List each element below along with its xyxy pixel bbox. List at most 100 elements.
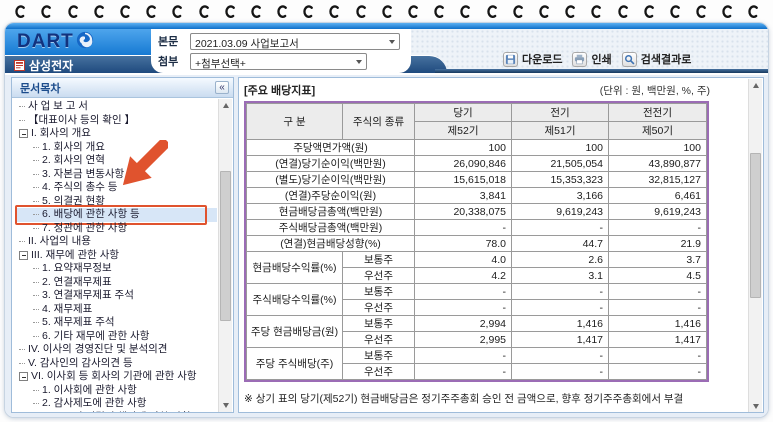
binder-ring-icon — [720, 3, 733, 20]
sidebar-item[interactable]: 5. 재무제표 주석 — [16, 316, 217, 330]
collapse-minus-icon[interactable] — [19, 129, 28, 138]
sidebar-item[interactable]: 1. 요약재무정보 — [16, 262, 217, 276]
binder-ring-icon — [668, 3, 681, 20]
sidebar-item-label: 6. 배당에 관한 사항 등 — [42, 208, 140, 222]
tree-connector — [33, 309, 39, 310]
table-cell: (연결)당기순이익(백만원) — [247, 156, 415, 172]
binder-ring-icon — [432, 3, 445, 20]
sidebar-item[interactable]: 3. 연결재무제표 주석 — [16, 289, 217, 303]
download-button[interactable]: 다운로드 — [503, 51, 562, 67]
table-row: (연결)당기순이익(백만원)26,090,84621,505,05443,890… — [247, 156, 707, 172]
collapse-minus-icon[interactable] — [19, 372, 28, 381]
table-cell: - — [512, 284, 609, 300]
sidebar-item[interactable]: 6. 배당에 관한 사항 등 — [16, 208, 217, 222]
print-button[interactable]: 인쇄 — [572, 51, 611, 67]
sidebar-item[interactable]: 3. 자본금 변동사항 — [16, 168, 217, 182]
table-row: 주당 현금배당금(원)보통주2,9941,4161,416 — [247, 316, 707, 332]
dart-logo-text: DART — [17, 31, 74, 53]
table-cell: 4.5 — [609, 268, 707, 284]
button-label: 검색결과로 — [641, 51, 692, 67]
binder-ring-icon — [66, 3, 79, 20]
table-header-cell: 제52기 — [415, 122, 512, 140]
table-cell: 2,994 — [415, 316, 512, 332]
scrollbar-thumb[interactable] — [750, 153, 761, 298]
dividend-table-body: 주당액면가액(원)100100100(연결)당기순이익(백만원)26,090,8… — [247, 140, 707, 380]
collapse-minus-icon[interactable] — [19, 251, 28, 260]
table-cell: 15,615,018 — [415, 172, 512, 188]
scrollbar-thumb[interactable] — [220, 171, 231, 321]
sidebar-item[interactable]: 3. 주주의 의결권 행사에 관한 사항 — [16, 411, 217, 413]
table-cell: 3,841 — [415, 188, 512, 204]
table-row: 현금배당수익률(%)보통주4.02.63.7 — [247, 252, 707, 268]
sidebar-item-label: 2. 연결재무제표 — [42, 276, 112, 290]
scroll-up-icon[interactable] — [223, 103, 229, 108]
sidebar-scrollbar[interactable] — [218, 99, 232, 412]
sidebar-item[interactable]: 사 업 보 고 서 — [16, 100, 217, 114]
sidebar-item[interactable]: 4. 재무제표 — [16, 303, 217, 317]
table-cell: 9,619,243 — [609, 204, 707, 220]
sidebar-item[interactable]: 2. 연결재무제표 — [16, 276, 217, 290]
table-cell: 주당 현금배당금(원) — [247, 316, 343, 348]
table-cell: - — [415, 348, 512, 364]
binder-ring-icon — [563, 3, 576, 20]
sidebar-item[interactable]: III. 재무에 관한 사항 — [16, 249, 217, 263]
table-cell: 주식배당금총액(백만원) — [247, 220, 415, 236]
table-cell: 우선주 — [343, 300, 415, 316]
sidebar-item[interactable]: V. 감사인의 감사의견 등 — [16, 357, 217, 371]
tree-connector — [33, 403, 39, 404]
sidebar-item[interactable]: 1. 이사회에 관한 사항 — [16, 384, 217, 398]
sidebar-item[interactable]: II. 사업의 내용 — [16, 235, 217, 249]
table-cell: 보통주 — [343, 316, 415, 332]
table-cell: - — [609, 348, 707, 364]
company-bar-line — [435, 69, 769, 73]
main-doc-select[interactable]: 2021.03.09 사업보고서 — [190, 33, 400, 50]
scroll-up-icon[interactable] — [753, 83, 759, 88]
table-cell: 9,619,243 — [512, 204, 609, 220]
tree-connector — [33, 214, 39, 215]
table-cell: 4.0 — [415, 252, 512, 268]
binder-ring-icon — [746, 3, 759, 20]
dividend-table: 구 분주식의 종류당기전기전전기제52기제51기제50기 주당액면가액(원)10… — [246, 103, 707, 380]
company-name: 삼성전자 — [29, 57, 73, 74]
sidebar-item[interactable]: 7. 정관에 관한 사항 — [16, 222, 217, 236]
main-scrollbar[interactable] — [748, 79, 762, 413]
sidebar-collapse-button[interactable]: « — [215, 81, 229, 94]
sidebar-item-label: I. 회사의 개요 — [31, 127, 91, 141]
sidebar-item[interactable]: 2. 감사제도에 관한 사항 — [16, 397, 217, 411]
sidebar-item[interactable]: 1. 회사의 개요 — [16, 141, 217, 155]
sidebar-item[interactable]: VI. 이사회 등 회사의 기관에 관한 사항 — [16, 370, 217, 384]
sidebar-item[interactable]: 4. 주식의 총수 등 — [16, 181, 217, 195]
sidebar-item[interactable]: I. 회사의 개요 — [16, 127, 217, 141]
scroll-down-icon[interactable] — [753, 404, 759, 409]
tree-connector — [33, 174, 39, 175]
table-cell: 21,505,054 — [512, 156, 609, 172]
tree-connector — [19, 106, 25, 107]
sidebar-item-label: 1. 회사의 개요 — [42, 141, 105, 155]
sidebar-item[interactable]: 6. 기타 재무에 관한 사항 — [16, 330, 217, 344]
table-cell: (연결)현금배당성향(%) — [247, 236, 415, 252]
binder-ring-icon — [616, 3, 629, 20]
binder-ring-icon — [144, 3, 157, 20]
table-cell: 44.7 — [512, 236, 609, 252]
tree-connector — [33, 282, 39, 283]
table-cell: 2.6 — [512, 252, 609, 268]
table-cell: (별도)당기순이익(백만원) — [247, 172, 415, 188]
binder-ring-icon — [92, 3, 105, 20]
table-cell: 43,890,877 — [609, 156, 707, 172]
table-cell: 주당 주식배당(주) — [247, 348, 343, 380]
scroll-down-icon[interactable] — [223, 403, 229, 408]
sidebar-item[interactable]: IV. 이사의 경영진단 및 분석의견 — [16, 343, 217, 357]
sidebar-item-label: 5. 의결권 현황 — [42, 195, 105, 209]
tree-connector — [19, 349, 25, 350]
sidebar-item[interactable]: 【대표이사 등의 확인 】 — [16, 114, 217, 128]
table-cell: 보통주 — [343, 348, 415, 364]
sidebar-item-label: 3. 자본금 변동사항 — [42, 168, 124, 182]
sidebar-tree: 사 업 보 고 서【대표이사 등의 확인 】I. 회사의 개요1. 회사의 개요… — [12, 98, 233, 412]
sidebar-item[interactable]: 5. 의결권 현황 — [16, 195, 217, 209]
sidebar-item[interactable]: 2. 회사의 연혁 — [16, 154, 217, 168]
sidebar-item-label: 사 업 보 고 서 — [28, 100, 88, 114]
attachment-select[interactable]: +첨부선택+ — [190, 53, 367, 70]
binder-ring-icon — [537, 3, 550, 20]
table-row: (별도)당기순이익(백만원)15,615,01815,353,32332,815… — [247, 172, 707, 188]
to-search-results-button[interactable]: 검색결과로 — [622, 51, 692, 67]
